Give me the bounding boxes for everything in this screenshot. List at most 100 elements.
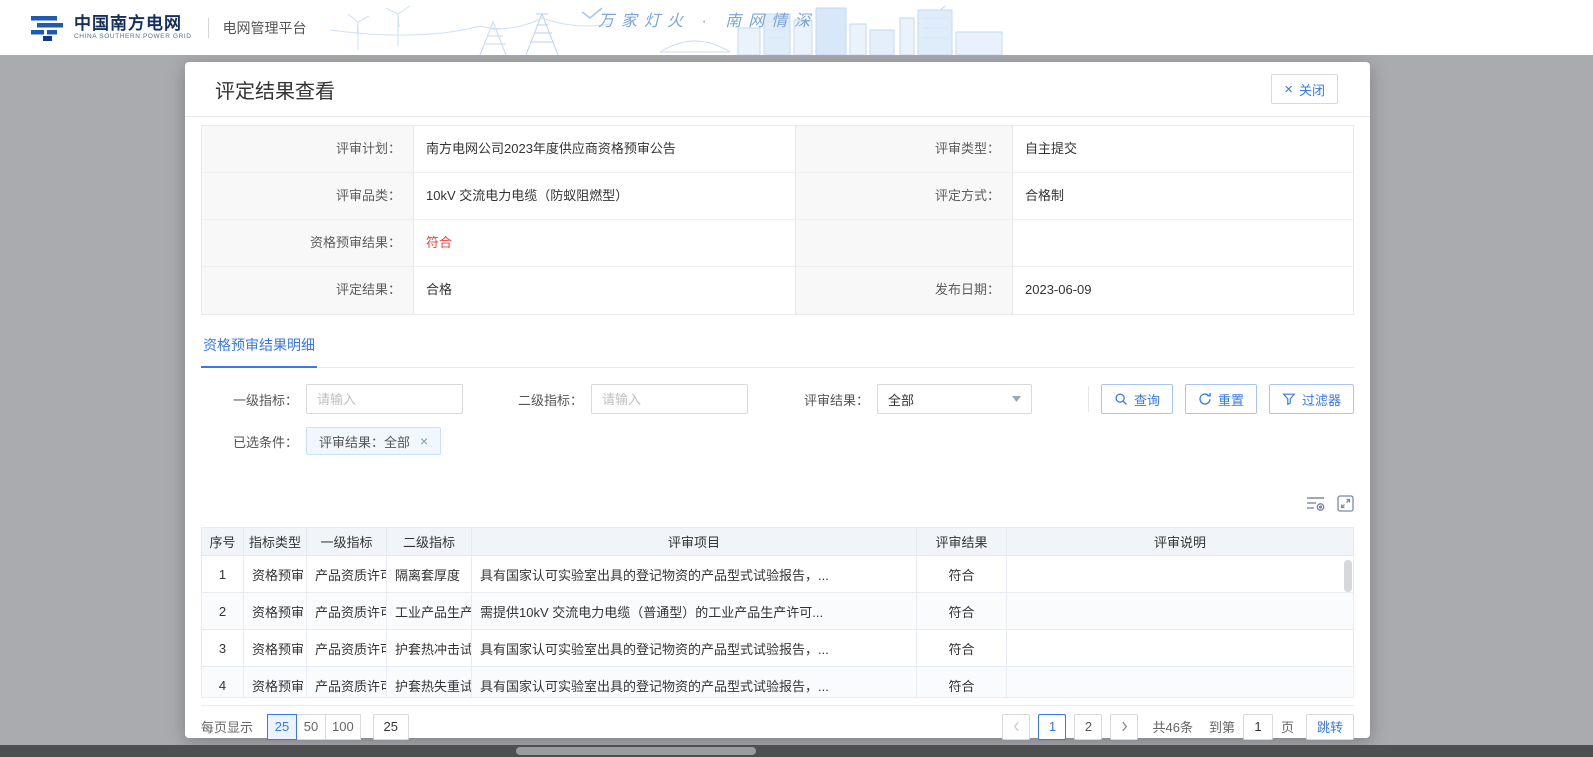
col-review-item: 评审项目: [472, 528, 917, 556]
tag-remove-icon[interactable]: ×: [420, 434, 428, 448]
table-row[interactable]: 4 资格预审 产品资质许可 护套热失重试... 具有国家认可实验室出具的登记物资…: [202, 667, 1354, 699]
col-level2: 二级指标: [387, 528, 472, 556]
goto-page-input[interactable]: [1243, 714, 1273, 740]
table-vertical-scrollbar[interactable]: [1344, 560, 1352, 592]
cell-note: [1007, 593, 1354, 630]
total-count: 共46条: [1152, 717, 1192, 736]
level1-indicator-input[interactable]: [306, 384, 463, 414]
review-result-selected: 全部: [888, 390, 914, 409]
prev-page-button[interactable]: [1002, 714, 1030, 740]
info-label: [796, 220, 1013, 267]
cell-item: 具有国家认可实验室出具的登记物资的产品型式试验报告，...: [472, 630, 917, 667]
page-button-2[interactable]: 2: [1074, 714, 1102, 740]
chevron-right-icon: [1121, 721, 1128, 732]
close-icon: ×: [1284, 82, 1293, 97]
jump-button[interactable]: 跳转: [1306, 714, 1354, 740]
results-table-wrap: 序号 指标类型 一级指标 二级指标 评审项目 评审结果 评审说明: [201, 527, 1354, 698]
page-size-25[interactable]: 25: [267, 714, 297, 740]
brand-title: 中国南方电网: [74, 15, 192, 33]
table-row[interactable]: 2 资格预审 产品资质许可 工业产品生产... 需提供10kV 交流电力电缆（普…: [202, 593, 1354, 630]
cell-seq: 1: [202, 556, 244, 593]
cell-level2: 隔离套厚度: [387, 556, 472, 593]
header-divider: [208, 18, 209, 38]
info-label: 发布日期：: [796, 267, 1013, 314]
skyline-illustration-icon: [330, 0, 1010, 55]
cell-level1: 产品资质许可: [307, 630, 387, 667]
review-info-grid: 评审计划： 南方电网公司2023年度供应商资格预审公告 评审类型： 自主提交 评…: [201, 125, 1354, 315]
banner-slogan: 万家灯火 · 南网情深: [598, 7, 817, 31]
cell-result: 符合: [917, 556, 1007, 593]
page-size-input[interactable]: [373, 714, 409, 740]
cell-level1: 产品资质许可: [307, 593, 387, 630]
cell-item: 具有国家认可实验室出具的登记物资的产品型式试验报告，...: [472, 667, 917, 699]
search-icon: [1114, 392, 1128, 406]
level2-indicator-label: 二级指标：: [518, 390, 583, 409]
info-value: 自主提交: [1013, 126, 1353, 173]
info-value: 合格制: [1013, 173, 1353, 220]
page-size-group: 25 50 100: [267, 714, 361, 740]
table-row[interactable]: 1 资格预审 产品资质许可 隔离套厚度 具有国家认可实验室出具的登记物资的产品型…: [202, 556, 1354, 593]
cell-seq: 4: [202, 667, 244, 699]
column-settings-icon[interactable]: [1306, 495, 1325, 512]
cell-note: [1007, 556, 1354, 593]
info-value: 南方电网公司2023年度供应商资格预审公告: [414, 126, 796, 173]
header-banner: 万家灯火 · 南网情深: [330, 0, 1010, 55]
cell-item: 具有国家认可实验室出具的登记物资的产品型式试验报告，...: [472, 556, 917, 593]
info-value: 2023-06-09: [1013, 267, 1353, 314]
filter-button[interactable]: 过滤器: [1269, 384, 1354, 414]
refresh-icon: [1198, 392, 1212, 406]
chevron-left-icon: [1013, 721, 1020, 732]
cell-level2: 护套热失重试...: [387, 667, 472, 699]
col-indicator-type: 指标类型: [244, 528, 307, 556]
filter-tag[interactable]: 评审结果：全部 ×: [306, 427, 441, 455]
review-result-select[interactable]: 全部: [877, 384, 1032, 414]
info-label: 评定方式：: [796, 173, 1013, 220]
brand-text: 中国南方电网 CHINA SOUTHERN POWER GRID: [74, 15, 192, 41]
prequalification-result-value: 符合: [414, 220, 796, 267]
reset-button[interactable]: 重置: [1185, 384, 1257, 414]
table-row[interactable]: 3 资格预审 产品资质许可 护套热冲击试... 具有国家认可实验室出具的登记物资…: [202, 630, 1354, 667]
cell-note: [1007, 667, 1354, 699]
info-label: 评审计划：: [202, 126, 414, 173]
bottom-scrollbar-track: [0, 745, 1593, 757]
assessment-result-modal: 评定结果查看 × 关闭 评审计划： 南方电网公司2023年度供应商资格预审公告 …: [185, 62, 1370, 738]
page-title: 评定结果查看: [215, 75, 335, 104]
cell-type: 资格预审: [244, 630, 307, 667]
modal-header: 评定结果查看 × 关闭: [185, 62, 1370, 117]
info-value: 10kV 交流电力电缆（防蚁阻燃型）: [414, 173, 796, 220]
info-label: 评审品类：: [202, 173, 414, 220]
fullscreen-icon[interactable]: [1337, 495, 1354, 512]
cell-result: 符合: [917, 593, 1007, 630]
close-button[interactable]: × 关闭: [1271, 74, 1338, 104]
horizontal-scrollbar-thumb[interactable]: [516, 747, 756, 755]
filter-divider: [1088, 386, 1089, 412]
modal-overlay: 评定结果查看 × 关闭 评审计划： 南方电网公司2023年度供应商资格预审公告 …: [0, 55, 1593, 757]
cell-level2: 护套热冲击试...: [387, 630, 472, 667]
level2-indicator-input[interactable]: [591, 384, 748, 414]
brand: 中国南方电网 CHINA SOUTHERN POWER GRID: [30, 14, 192, 42]
page-size-100[interactable]: 100: [325, 714, 361, 740]
tab-bar: 资格预审结果明细: [201, 326, 1354, 368]
review-result-label: 评审结果：: [804, 390, 869, 409]
cell-seq: 3: [202, 630, 244, 667]
goto-prefix: 到第: [1209, 717, 1235, 736]
page-size-50[interactable]: 50: [296, 714, 326, 740]
top-header: 中国南方电网 CHINA SOUTHERN POWER GRID 电网管理平台: [0, 0, 1593, 55]
tab-prequalification-detail[interactable]: 资格预审结果明细: [201, 326, 317, 368]
info-label: 资格预审结果：: [202, 220, 414, 267]
filter-tag-text: 评审结果：全部: [319, 432, 410, 451]
cell-item: 需提供10kV 交流电力电缆（普通型）的工业产品生产许可...: [472, 593, 917, 630]
cell-level1: 产品资质许可: [307, 556, 387, 593]
cell-result: 符合: [917, 630, 1007, 667]
goto-suffix: 页: [1281, 717, 1294, 736]
selected-conditions-label: 已选条件：: [201, 432, 298, 451]
col-review-note: 评审说明: [1007, 528, 1354, 556]
filter-row: 一级指标： 二级指标： 评审结果： 全部 查询: [201, 384, 1354, 414]
cell-level2: 工业产品生产...: [387, 593, 472, 630]
next-page-button[interactable]: [1110, 714, 1138, 740]
page-button-1[interactable]: 1: [1038, 714, 1066, 740]
modal-body: 评审计划： 南方电网公司2023年度供应商资格预审公告 评审类型： 自主提交 评…: [185, 125, 1370, 745]
search-button[interactable]: 查询: [1101, 384, 1173, 414]
screen: 中国南方电网 CHINA SOUTHERN POWER GRID 电网管理平台: [0, 0, 1593, 757]
info-value: 合格: [414, 267, 796, 314]
